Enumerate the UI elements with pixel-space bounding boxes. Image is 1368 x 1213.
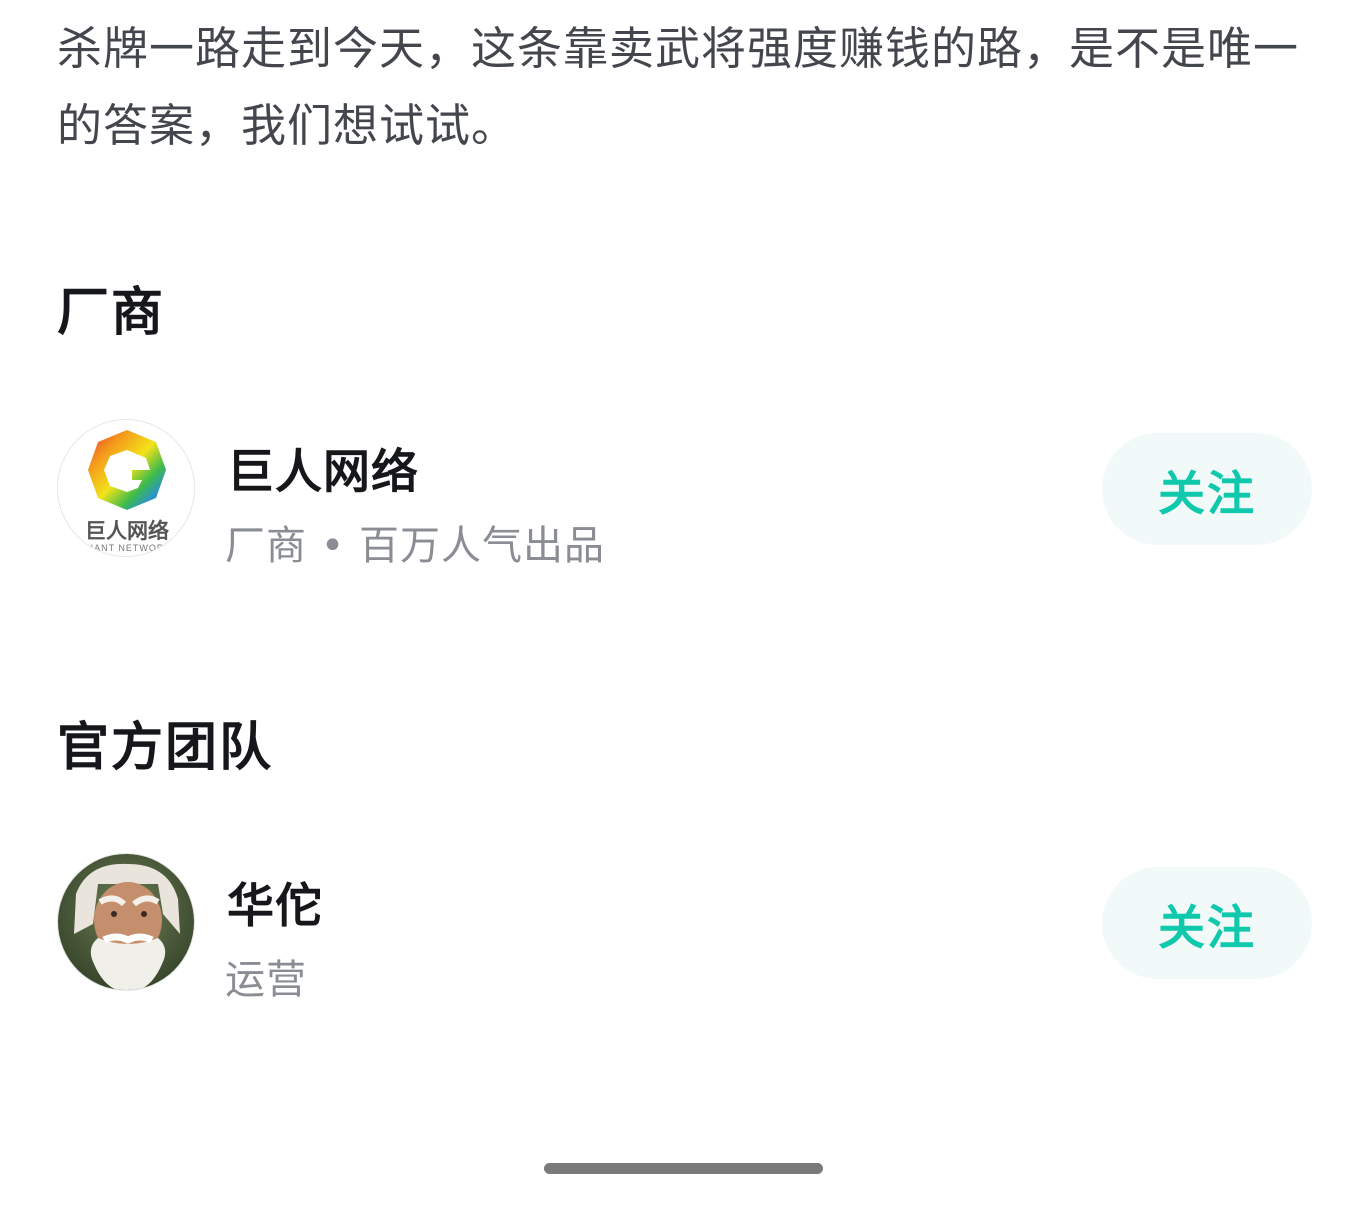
follow-button-team[interactable]: 关注: [1102, 867, 1312, 979]
vendor-subtitle: 厂商 • 百万人气出品: [225, 523, 606, 569]
intro-paragraph: 杀牌一路走到今天，这条靠卖武将强度赚钱的路，是不是唯一的答案，我们想试试。: [57, 22, 1300, 152]
elder-portrait-avatar-icon[interactable]: [57, 853, 195, 991]
giant-network-logo-icon[interactable]: 巨人网络 GIANT NETWORK: [57, 419, 195, 557]
team-member-name[interactable]: 华佗: [227, 867, 323, 936]
home-indicator[interactable]: [544, 1163, 823, 1174]
logo-text: 巨人网络: [85, 519, 169, 543]
follow-button-vendor[interactable]: 关注: [1102, 433, 1312, 545]
vendor-row[interactable]: 巨人网络 GIANT NETWORK 巨人网络 厂商 • 百万人气出品 关注: [57, 419, 1312, 569]
vendor-name[interactable]: 巨人网络: [227, 433, 419, 502]
section-title-team: 官方团队: [57, 718, 274, 778]
team-member-row[interactable]: 华佗 运营 关注: [57, 853, 1312, 1003]
logo-subtext: GIANT NETWORK: [83, 543, 172, 553]
section-title-vendor: 厂商: [57, 283, 166, 343]
team-member-role: 运营: [225, 957, 307, 1003]
